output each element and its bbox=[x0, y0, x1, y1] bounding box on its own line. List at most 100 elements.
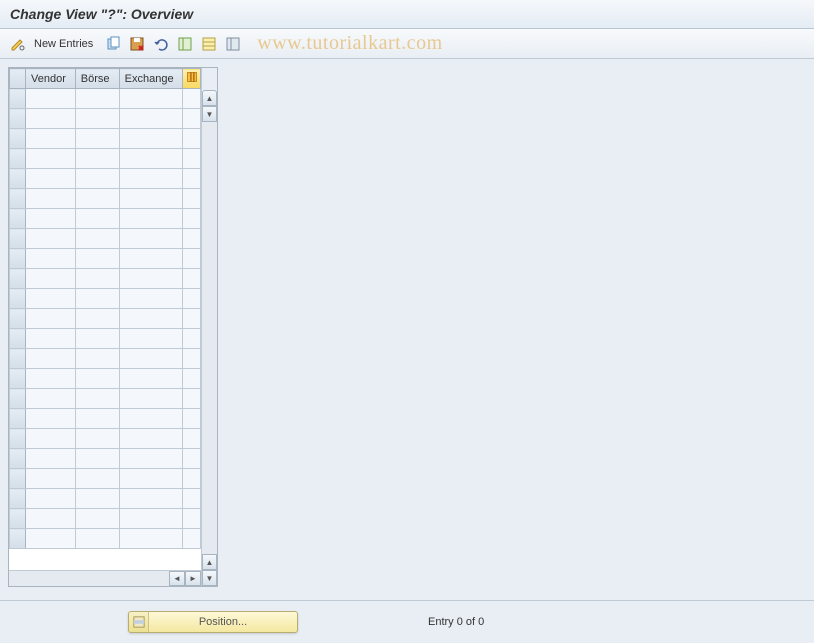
cell-input[interactable] bbox=[76, 369, 119, 388]
row-selector[interactable] bbox=[10, 269, 26, 289]
cell-input[interactable] bbox=[120, 189, 182, 208]
row-selector[interactable] bbox=[10, 169, 26, 189]
cell-input[interactable] bbox=[120, 149, 182, 168]
cell-input[interactable] bbox=[120, 369, 182, 388]
undo-button[interactable] bbox=[151, 34, 171, 54]
column-header-exchange[interactable]: Exchange bbox=[119, 69, 182, 89]
cell-input[interactable] bbox=[26, 169, 75, 188]
cell-input[interactable] bbox=[26, 409, 75, 428]
cell-input[interactable] bbox=[120, 309, 182, 328]
row-selector[interactable] bbox=[10, 409, 26, 429]
row-selector[interactable] bbox=[10, 529, 26, 549]
deselect-all-button[interactable] bbox=[223, 34, 243, 54]
cell-input[interactable] bbox=[76, 349, 119, 368]
cell-input[interactable] bbox=[120, 389, 182, 408]
row-selector[interactable] bbox=[10, 389, 26, 409]
row-selector[interactable] bbox=[10, 369, 26, 389]
column-header-vendor[interactable]: Vendor bbox=[26, 69, 76, 89]
copy-button[interactable] bbox=[103, 34, 123, 54]
cell-input[interactable] bbox=[120, 109, 182, 128]
select-block-button[interactable] bbox=[199, 34, 219, 54]
row-selector[interactable] bbox=[10, 509, 26, 529]
cell-input[interactable] bbox=[26, 209, 75, 228]
cell-input[interactable] bbox=[120, 169, 182, 188]
cell-input[interactable] bbox=[26, 129, 75, 148]
cell-input[interactable] bbox=[76, 489, 119, 508]
cell-input[interactable] bbox=[76, 149, 119, 168]
cell-input[interactable] bbox=[26, 149, 75, 168]
cell-input[interactable] bbox=[26, 389, 75, 408]
cell-input[interactable] bbox=[76, 209, 119, 228]
cell-input[interactable] bbox=[26, 329, 75, 348]
cell-input[interactable] bbox=[120, 469, 182, 488]
row-selector[interactable] bbox=[10, 289, 26, 309]
cell-input[interactable] bbox=[120, 89, 182, 108]
cell-input[interactable] bbox=[120, 349, 182, 368]
row-selector[interactable] bbox=[10, 489, 26, 509]
select-all-button[interactable] bbox=[175, 34, 195, 54]
cell-input[interactable] bbox=[120, 449, 182, 468]
vscroll-up-button-2[interactable]: ▲ bbox=[202, 554, 217, 570]
cell-input[interactable] bbox=[120, 129, 182, 148]
row-selector[interactable] bbox=[10, 249, 26, 269]
cell-input[interactable] bbox=[26, 429, 75, 448]
hscroll-track[interactable] bbox=[9, 571, 169, 586]
cell-input[interactable] bbox=[76, 129, 119, 148]
row-selector[interactable] bbox=[10, 349, 26, 369]
vscroll-down-button-2[interactable]: ▼ bbox=[202, 570, 217, 586]
table-settings-button[interactable] bbox=[183, 69, 201, 89]
row-selector[interactable] bbox=[10, 209, 26, 229]
row-selector[interactable] bbox=[10, 309, 26, 329]
hscroll-left-button[interactable]: ◄ bbox=[169, 571, 185, 586]
cell-input[interactable] bbox=[76, 109, 119, 128]
delete-button[interactable] bbox=[127, 34, 147, 54]
row-selector[interactable] bbox=[10, 329, 26, 349]
row-selector[interactable] bbox=[10, 89, 26, 109]
position-button[interactable]: Position... bbox=[128, 611, 298, 633]
cell-input[interactable] bbox=[26, 269, 75, 288]
cell-input[interactable] bbox=[26, 449, 75, 468]
vscroll-track[interactable] bbox=[202, 122, 217, 554]
cell-input[interactable] bbox=[120, 289, 182, 308]
cell-input[interactable] bbox=[26, 189, 75, 208]
cell-input[interactable] bbox=[76, 329, 119, 348]
vscroll-down-button[interactable]: ▼ bbox=[202, 106, 217, 122]
cell-input[interactable] bbox=[26, 249, 75, 268]
cell-input[interactable] bbox=[26, 469, 75, 488]
cell-input[interactable] bbox=[26, 369, 75, 388]
cell-input[interactable] bbox=[26, 229, 75, 248]
row-selector[interactable] bbox=[10, 189, 26, 209]
cell-input[interactable] bbox=[120, 409, 182, 428]
cell-input[interactable] bbox=[76, 409, 119, 428]
cell-input[interactable] bbox=[76, 289, 119, 308]
row-selector[interactable] bbox=[10, 229, 26, 249]
toggle-change-display-button[interactable] bbox=[8, 34, 28, 54]
cell-input[interactable] bbox=[76, 509, 119, 528]
cell-input[interactable] bbox=[120, 209, 182, 228]
cell-input[interactable] bbox=[76, 89, 119, 108]
cell-input[interactable] bbox=[76, 309, 119, 328]
cell-input[interactable] bbox=[76, 429, 119, 448]
cell-input[interactable] bbox=[76, 249, 119, 268]
cell-input[interactable] bbox=[26, 89, 75, 108]
row-selector[interactable] bbox=[10, 129, 26, 149]
cell-input[interactable] bbox=[120, 489, 182, 508]
row-selector[interactable] bbox=[10, 429, 26, 449]
cell-input[interactable] bbox=[120, 429, 182, 448]
row-selector[interactable] bbox=[10, 149, 26, 169]
cell-input[interactable] bbox=[76, 449, 119, 468]
cell-input[interactable] bbox=[76, 189, 119, 208]
cell-input[interactable] bbox=[26, 309, 75, 328]
cell-input[interactable] bbox=[76, 389, 119, 408]
cell-input[interactable] bbox=[120, 509, 182, 528]
column-header-boerse[interactable]: Börse bbox=[75, 69, 119, 89]
row-selector[interactable] bbox=[10, 469, 26, 489]
cell-input[interactable] bbox=[26, 529, 75, 548]
cell-input[interactable] bbox=[26, 289, 75, 308]
cell-input[interactable] bbox=[26, 109, 75, 128]
cell-input[interactable] bbox=[120, 229, 182, 248]
cell-input[interactable] bbox=[120, 249, 182, 268]
cell-input[interactable] bbox=[76, 169, 119, 188]
new-entries-button[interactable]: New Entries bbox=[34, 38, 93, 50]
cell-input[interactable] bbox=[26, 489, 75, 508]
